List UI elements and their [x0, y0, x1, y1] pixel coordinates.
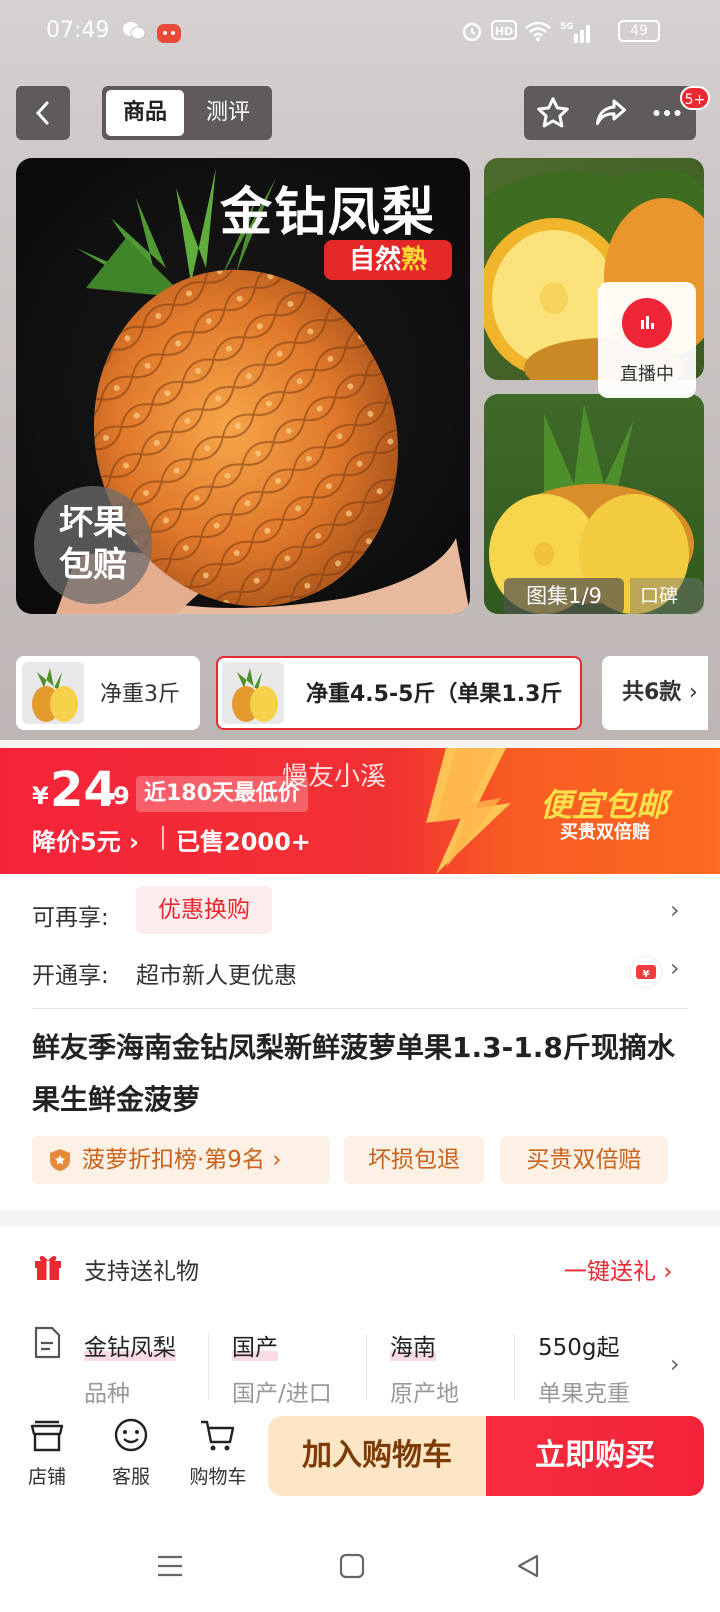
param-key-origin-type: 国产/进口 [232, 1381, 332, 1407]
price-decimal: .9 [104, 782, 130, 810]
status-time: 07:49 [46, 18, 110, 43]
param-value-origin-type: 国产 [232, 1328, 278, 1362]
battery-indicator: 49 [618, 20, 660, 42]
membership-offer[interactable]: 超市新人更优惠 [136, 956, 297, 990]
natural-ripe-badge: 自然熟 [324, 240, 452, 280]
store-button[interactable]: 店铺 [12, 1416, 82, 1489]
svg-text:5G: 5G [560, 22, 574, 32]
back-triangle-icon [517, 1554, 539, 1578]
chevron-right-icon[interactable]: › [670, 954, 680, 982]
live-icon [622, 298, 672, 348]
favorite-button[interactable] [532, 92, 574, 134]
param-divider [514, 1334, 515, 1400]
param-key-variety: 品种 [84, 1381, 130, 1407]
chevron-right-icon[interactable]: › [670, 896, 680, 924]
live-label: 直播中 [620, 364, 674, 385]
guarantee-line-2: 包赔 [59, 545, 127, 585]
divider [32, 1008, 688, 1009]
app-notification-icon [156, 20, 181, 44]
gallery-counter[interactable]: 图集1/9 [504, 578, 624, 614]
hd-icon: HD [490, 20, 518, 44]
tab-product[interactable]: 商品 [106, 90, 184, 136]
price-divider [162, 826, 164, 850]
store-label: 店铺 [27, 1466, 66, 1488]
cart-button[interactable]: 购物车 [180, 1416, 256, 1489]
buy-now-button[interactable]: 立即购买 [486, 1416, 704, 1496]
back-arrow-icon [35, 101, 49, 125]
param-value-text: 海南 [390, 1335, 436, 1361]
coupon-icon: ¥ [630, 956, 662, 988]
param-value-weight: 550g起 [538, 1335, 620, 1361]
guarantee-line-1: 坏果 [59, 503, 127, 543]
home-square-icon [339, 1553, 365, 1579]
natural-badge-highlight: 熟 [401, 245, 428, 275]
word-of-mouth-tab[interactable]: 口碑 [630, 578, 704, 614]
double-refund-tag: 买贵双倍赔 [500, 1136, 668, 1184]
param-value-origin: 海南 [390, 1328, 436, 1362]
rebuy-label: 可再享: [32, 905, 109, 931]
cart-label: 购物车 [189, 1466, 247, 1488]
system-back-button[interactable] [510, 1548, 546, 1584]
home-button[interactable] [334, 1548, 370, 1584]
discount-exchange-tag[interactable]: 优惠换购 [136, 886, 272, 934]
menu-lines-icon [158, 1555, 182, 1577]
cart-icon [201, 1420, 235, 1451]
natural-badge-text: 自然 [348, 245, 401, 275]
param-value-text: 国产 [232, 1335, 278, 1361]
svg-text:¥: ¥ [643, 969, 650, 980]
add-to-cart-button[interactable]: 加入购物车 [268, 1416, 486, 1496]
variant-thumb-2 [222, 662, 284, 724]
svg-text:HD: HD [495, 25, 513, 38]
chat-smile-icon [114, 1418, 148, 1452]
bad-fruit-guarantee-badge: 坏果 包赔 [34, 486, 152, 604]
store-icon [30, 1420, 64, 1452]
sold-count: 已售2000+ [176, 828, 311, 856]
variant-count-label: 共6款 [622, 680, 682, 705]
alarm-icon [460, 20, 484, 44]
service-label: 客服 [111, 1466, 150, 1488]
gift-icon [35, 1256, 61, 1280]
param-divider [366, 1334, 367, 1400]
price-currency: ¥ [32, 782, 49, 810]
image-title-overlay: 金钻凤梨 [220, 183, 437, 243]
share-icon [596, 99, 626, 125]
ranking-tag[interactable]: 菠萝折扣榜·第9名 › [32, 1136, 330, 1184]
param-key-weight: 单果克重 [538, 1381, 630, 1407]
back-button[interactable] [16, 86, 70, 140]
status-bar: 07:49 HD 5G 49 [0, 0, 720, 66]
price-drop-link[interactable]: 降价5元 › [32, 822, 139, 857]
variant-label-2: 净重4.5-5斤（单果1.3斤 [306, 682, 563, 707]
tab-review[interactable]: 测评 [190, 90, 266, 136]
watermark-text: 慢友小溪 [282, 762, 387, 792]
membership-label: 开通享: [32, 963, 109, 989]
customer-service-button[interactable]: 客服 [96, 1416, 166, 1489]
gift-label: 支持送礼物 [84, 1259, 199, 1285]
star-icon [537, 97, 569, 128]
product-title: 鲜友季海南金钻凤梨新鲜菠萝单果1.3-1.8斤现摘水果生鲜金菠萝 [32, 1031, 675, 1116]
variant-thumb-1 [22, 662, 84, 724]
signal-icon: 5G [560, 20, 594, 44]
param-key-origin: 原产地 [390, 1381, 459, 1407]
document-icon [34, 1326, 61, 1359]
share-button[interactable] [590, 92, 632, 134]
rank-shield-icon [50, 1149, 70, 1171]
param-value-text: 金钻凤梨 [84, 1335, 176, 1361]
recents-button[interactable] [152, 1548, 188, 1584]
double-refund-promo: 买贵双倍赔 [560, 822, 650, 843]
variant-count-button[interactable]: 共6款 › [602, 656, 708, 730]
wifi-icon [524, 20, 552, 44]
damage-return-tag: 坏损包退 [344, 1136, 484, 1184]
variant-label-1: 净重3斤 [100, 682, 180, 707]
lightning-decoration-icon [426, 748, 511, 874]
notification-badge: 5+ [680, 86, 710, 110]
wechat-icon [122, 20, 146, 44]
param-value-variety: 金钻凤梨 [84, 1328, 176, 1362]
send-gift-button[interactable]: 一键送礼 › [564, 1252, 673, 1286]
chevron-right-icon[interactable]: › [670, 1350, 680, 1378]
param-divider [208, 1334, 209, 1400]
chevron-right-icon: › [688, 680, 698, 705]
